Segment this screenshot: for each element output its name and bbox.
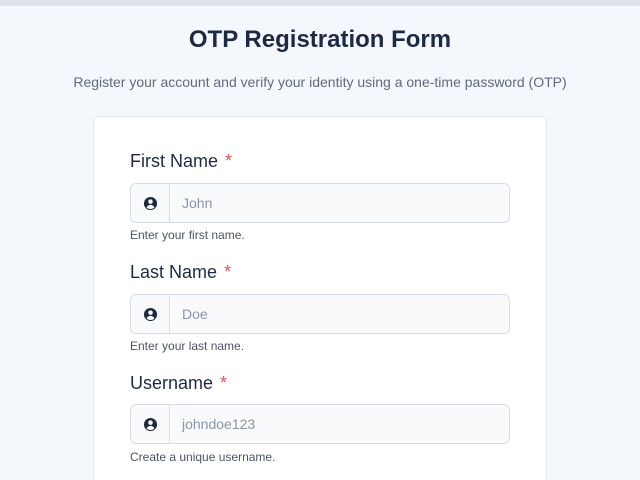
- required-marker: *: [224, 262, 232, 282]
- page-title: OTP Registration Form: [188, 26, 452, 53]
- username-input[interactable]: [170, 405, 509, 443]
- top-strip: [0, 0, 640, 6]
- first-name-label-text: First Name: [130, 151, 219, 171]
- user-circle-icon: [131, 184, 170, 222]
- last-name-help: Enter your last name.: [130, 339, 245, 353]
- required-marker: *: [225, 151, 233, 171]
- first-name-field: First Name * Enter your first name.: [130, 150, 510, 242]
- required-marker: *: [220, 373, 228, 393]
- first-name-label: First Name *: [130, 151, 232, 171]
- last-name-input[interactable]: [170, 295, 509, 333]
- user-circle-icon: [131, 405, 170, 443]
- last-name-input-group: [130, 294, 510, 334]
- first-name-help: Enter your first name.: [130, 228, 245, 242]
- username-label-text: Username: [130, 373, 214, 393]
- last-name-field: Last Name * Enter your last name.: [130, 261, 510, 353]
- registration-form-card: First Name * Enter your first name. Last…: [93, 116, 547, 480]
- username-field: Username * Create a unique username.: [130, 372, 510, 464]
- username-label: Username *: [130, 373, 227, 393]
- last-name-label: Last Name *: [130, 262, 231, 282]
- first-name-input-group: [130, 183, 510, 223]
- username-help: Create a unique username.: [130, 450, 276, 464]
- last-name-label-text: Last Name: [130, 262, 218, 282]
- first-name-input[interactable]: [170, 184, 509, 222]
- username-input-group: [130, 404, 510, 444]
- page-subtitle: Register your account and verify your id…: [73, 74, 567, 90]
- user-circle-icon: [131, 295, 170, 333]
